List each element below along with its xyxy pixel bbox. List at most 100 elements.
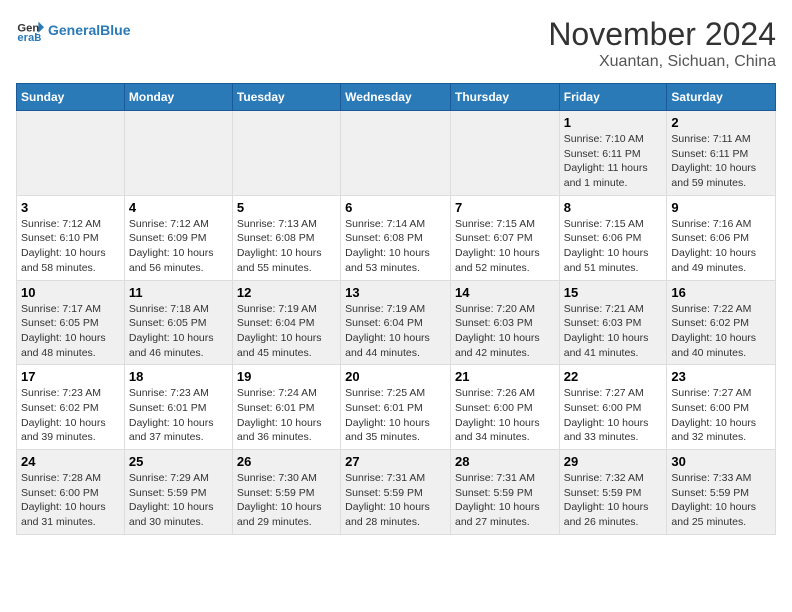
day-number: 25 — [129, 454, 228, 469]
location: Xuantan, Sichuan, China — [548, 53, 776, 71]
calendar-cell: 23 Sunrise: 7:27 AM Sunset: 6:00 PM Dayli… — [667, 365, 776, 450]
day-number: 8 — [564, 200, 663, 215]
calendar-cell: 12 Sunrise: 7:19 AM Sunset: 6:04 PM Dayli… — [232, 280, 340, 365]
title-section: November 2024 Xuantan, Sichuan, China — [548, 16, 776, 71]
day-info: Sunrise: 7:27 AM Sunset: 6:00 PM Dayligh… — [564, 386, 663, 445]
calendar-cell — [450, 111, 559, 196]
day-number: 24 — [21, 454, 120, 469]
calendar-cell: 11 Sunrise: 7:18 AM Sunset: 6:05 PM Dayli… — [124, 280, 232, 365]
day-info: Sunrise: 7:27 AM Sunset: 6:00 PM Dayligh… — [671, 386, 771, 445]
day-number: 12 — [237, 285, 336, 300]
calendar-cell: 19Sunrise: 7:24 AM Sunset: 6:01 PM Dayli… — [232, 365, 340, 450]
calendar-cell: 13Sunrise: 7:19 AM Sunset: 6:04 PM Dayli… — [341, 280, 451, 365]
weekday-header-row: SundayMondayTuesdayWednesdayThursdayFrid… — [17, 84, 776, 111]
calendar-cell: 30Sunrise: 7:33 AM Sunset: 5:59 PM Dayli… — [667, 450, 776, 535]
day-number: 3 — [21, 200, 120, 215]
day-info: Sunrise: 7:10 AM Sunset: 6:11 PM Dayligh… — [564, 132, 663, 191]
month-title: November 2024 — [548, 16, 776, 53]
day-info: Sunrise: 7:13 AM Sunset: 6:08 PM Dayligh… — [237, 217, 336, 276]
calendar-cell: 29 Sunrise: 7:32 AM Sunset: 5:59 PM Dayli… — [559, 450, 667, 535]
calendar-cell: 4Sunrise: 7:12 AM Sunset: 6:09 PM Daylig… — [124, 195, 232, 280]
calendar-cell — [232, 111, 340, 196]
day-info: Sunrise: 7:20 AM Sunset: 6:03 PM Dayligh… — [455, 302, 555, 361]
calendar-cell: 27 Sunrise: 7:31 AM Sunset: 5:59 PM Dayli… — [341, 450, 451, 535]
day-info: Sunrise: 7:31 AM Sunset: 5:59 PM Dayligh… — [455, 471, 555, 530]
weekday-header-sunday: Sunday — [17, 84, 125, 111]
week-row-3: 10Sunrise: 7:17 AM Sunset: 6:05 PM Dayli… — [17, 280, 776, 365]
logo-text-line1: GeneralBlue — [48, 22, 130, 39]
day-info: Sunrise: 7:25 AM Sunset: 6:01 PM Dayligh… — [345, 386, 446, 445]
svg-text:B: B — [34, 33, 41, 44]
day-info: Sunrise: 7:12 AM Sunset: 6:09 PM Dayligh… — [129, 217, 228, 276]
day-number: 17 — [21, 369, 120, 384]
day-info: Sunrise: 7:15 AM Sunset: 6:07 PM Dayligh… — [455, 217, 555, 276]
calendar-cell: 6 Sunrise: 7:14 AM Sunset: 6:08 PM Daylig… — [341, 195, 451, 280]
day-info: Sunrise: 7:14 AM Sunset: 6:08 PM Dayligh… — [345, 217, 446, 276]
calendar-cell: 7 Sunrise: 7:15 AM Sunset: 6:07 PM Daylig… — [450, 195, 559, 280]
day-info: Sunrise: 7:19 AM Sunset: 6:04 PM Dayligh… — [237, 302, 336, 361]
day-number: 2 — [671, 115, 771, 130]
calendar-cell: 15 Sunrise: 7:21 AM Sunset: 6:03 PM Dayli… — [559, 280, 667, 365]
calendar-cell — [17, 111, 125, 196]
calendar-cell: 18 Sunrise: 7:23 AM Sunset: 6:01 PM Dayli… — [124, 365, 232, 450]
calendar-cell: 10Sunrise: 7:17 AM Sunset: 6:05 PM Dayli… — [17, 280, 125, 365]
day-info: Sunrise: 7:30 AM Sunset: 5:59 PM Dayligh… — [237, 471, 336, 530]
calendar-table: SundayMondayTuesdayWednesdayThursdayFrid… — [16, 83, 776, 535]
calendar-cell: 2 Sunrise: 7:11 AM Sunset: 6:11 PM Daylig… — [667, 111, 776, 196]
day-info: Sunrise: 7:32 AM Sunset: 5:59 PM Dayligh… — [564, 471, 663, 530]
logo: Gen eral B GeneralBlue — [16, 16, 130, 44]
day-info: Sunrise: 7:29 AM Sunset: 5:59 PM Dayligh… — [129, 471, 228, 530]
day-number: 29 — [564, 454, 663, 469]
day-info: Sunrise: 7:28 AM Sunset: 6:00 PM Dayligh… — [21, 471, 120, 530]
day-info: Sunrise: 7:12 AM Sunset: 6:10 PM Dayligh… — [21, 217, 120, 276]
weekday-header-friday: Friday — [559, 84, 667, 111]
weekday-header-wednesday: Wednesday — [341, 84, 451, 111]
day-number: 21 — [455, 369, 555, 384]
week-row-5: 24 Sunrise: 7:28 AM Sunset: 6:00 PM Dayli… — [17, 450, 776, 535]
calendar-cell — [124, 111, 232, 196]
day-info: Sunrise: 7:15 AM Sunset: 6:06 PM Dayligh… — [564, 217, 663, 276]
day-number: 28 — [455, 454, 555, 469]
day-info: Sunrise: 7:19 AM Sunset: 6:04 PM Dayligh… — [345, 302, 446, 361]
day-number: 27 — [345, 454, 446, 469]
calendar-cell: 28 Sunrise: 7:31 AM Sunset: 5:59 PM Dayli… — [450, 450, 559, 535]
calendar-cell: 17 Sunrise: 7:23 AM Sunset: 6:02 PM Dayli… — [17, 365, 125, 450]
day-number: 15 — [564, 285, 663, 300]
day-number: 10 — [21, 285, 120, 300]
weekday-header-saturday: Saturday — [667, 84, 776, 111]
calendar-cell: 21 Sunrise: 7:26 AM Sunset: 6:00 PM Dayli… — [450, 365, 559, 450]
day-number: 22 — [564, 369, 663, 384]
week-row-1: 1 Sunrise: 7:10 AM Sunset: 6:11 PM Daylig… — [17, 111, 776, 196]
day-info: Sunrise: 7:26 AM Sunset: 6:00 PM Dayligh… — [455, 386, 555, 445]
day-info: Sunrise: 7:23 AM Sunset: 6:02 PM Dayligh… — [21, 386, 120, 445]
day-info: Sunrise: 7:23 AM Sunset: 6:01 PM Dayligh… — [129, 386, 228, 445]
day-number: 18 — [129, 369, 228, 384]
calendar-cell: 14 Sunrise: 7:20 AM Sunset: 6:03 PM Dayli… — [450, 280, 559, 365]
calendar-cell: 9Sunrise: 7:16 AM Sunset: 6:06 PM Daylig… — [667, 195, 776, 280]
day-info: Sunrise: 7:11 AM Sunset: 6:11 PM Dayligh… — [671, 132, 771, 191]
weekday-header-monday: Monday — [124, 84, 232, 111]
weekday-header-thursday: Thursday — [450, 84, 559, 111]
day-info: Sunrise: 7:22 AM Sunset: 6:02 PM Dayligh… — [671, 302, 771, 361]
calendar-cell: 3 Sunrise: 7:12 AM Sunset: 6:10 PM Daylig… — [17, 195, 125, 280]
day-info: Sunrise: 7:21 AM Sunset: 6:03 PM Dayligh… — [564, 302, 663, 361]
calendar-cell — [341, 111, 451, 196]
day-number: 1 — [564, 115, 663, 130]
calendar-cell: 25 Sunrise: 7:29 AM Sunset: 5:59 PM Dayli… — [124, 450, 232, 535]
day-number: 11 — [129, 285, 228, 300]
day-number: 30 — [671, 454, 771, 469]
day-info: Sunrise: 7:31 AM Sunset: 5:59 PM Dayligh… — [345, 471, 446, 530]
day-number: 5 — [237, 200, 336, 215]
day-info: Sunrise: 7:18 AM Sunset: 6:05 PM Dayligh… — [129, 302, 228, 361]
day-info: Sunrise: 7:24 AM Sunset: 6:01 PM Dayligh… — [237, 386, 336, 445]
calendar-cell: 8 Sunrise: 7:15 AM Sunset: 6:06 PM Daylig… — [559, 195, 667, 280]
week-row-4: 17 Sunrise: 7:23 AM Sunset: 6:02 PM Dayli… — [17, 365, 776, 450]
day-number: 9 — [671, 200, 771, 215]
day-number: 14 — [455, 285, 555, 300]
day-number: 23 — [671, 369, 771, 384]
day-number: 6 — [345, 200, 446, 215]
day-number: 26 — [237, 454, 336, 469]
calendar-cell: 26 Sunrise: 7:30 AM Sunset: 5:59 PM Dayli… — [232, 450, 340, 535]
day-number: 7 — [455, 200, 555, 215]
weekday-header-tuesday: Tuesday — [232, 84, 340, 111]
